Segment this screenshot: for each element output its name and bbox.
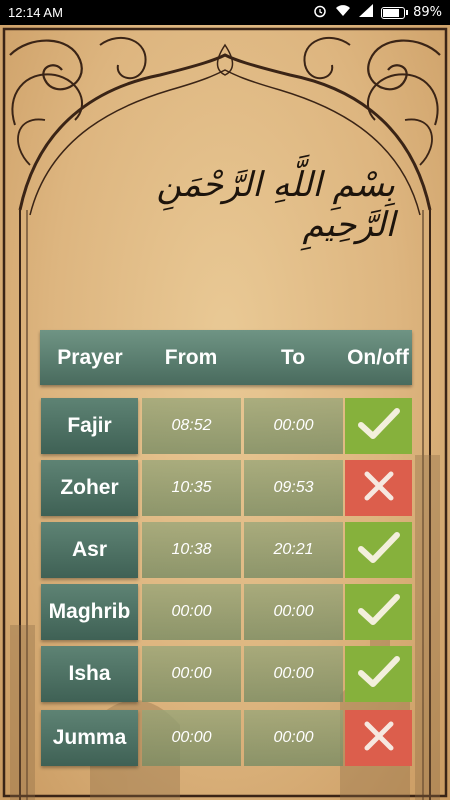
- prayer-name-button[interactable]: Isha: [41, 646, 138, 702]
- to-time: 00:00: [273, 729, 314, 746]
- table-row: Fajir 08:52 00:00: [40, 398, 412, 454]
- from-time-field[interactable]: 00:00: [142, 710, 241, 766]
- header-to: To: [280, 345, 306, 369]
- to-time-field[interactable]: 09:53: [244, 460, 343, 516]
- onoff-toggle[interactable]: [345, 584, 412, 640]
- wifi-icon: [335, 4, 351, 21]
- prayer-name-button[interactable]: Maghrib: [41, 584, 138, 640]
- table-row: Jumma 00:00 00:00: [40, 710, 412, 766]
- to-time: 20:21: [273, 541, 314, 558]
- cross-icon: [363, 470, 395, 506]
- table-row: Zoher 10:35 09:53: [40, 460, 412, 516]
- table-row: Asr 10:38 20:21: [40, 522, 412, 578]
- prayer-table: Prayer From To On/off Fajir 08:52 00:00 …: [40, 330, 412, 766]
- from-time-field[interactable]: 10:38: [142, 522, 241, 578]
- from-time: 00:00: [171, 603, 212, 620]
- battery-fill: [383, 8, 400, 17]
- from-time: 10:38: [171, 541, 212, 558]
- from-time-field[interactable]: 00:00: [142, 646, 241, 702]
- prayer-name: Zoher: [60, 476, 119, 499]
- prayer-name: Jumma: [52, 726, 127, 749]
- prayer-name-button[interactable]: Fajir: [41, 398, 138, 454]
- check-icon: [357, 531, 401, 569]
- to-time: 00:00: [273, 665, 314, 682]
- battery-icon: [381, 6, 409, 19]
- status-time: 12:14 AM: [8, 5, 63, 20]
- header-from: From: [164, 345, 218, 369]
- prayer-name: Asr: [71, 538, 108, 561]
- header-prayer: Prayer: [57, 345, 123, 369]
- table-row: Isha 00:00 00:00: [40, 646, 412, 702]
- header-onoff: On/off: [347, 345, 409, 369]
- to-time: 00:00: [273, 417, 314, 434]
- status-icons: 89%: [313, 4, 442, 22]
- basmala-calligraphy: بِسْمِ اللَّهِ الرَّحْمَنِ الرَّحِيمِ: [156, 165, 395, 245]
- onoff-toggle[interactable]: [345, 398, 412, 454]
- signal-icon: [359, 4, 374, 21]
- from-time: 00:00: [171, 665, 212, 682]
- prayer-name: Maghrib: [48, 600, 131, 623]
- from-time-field[interactable]: 08:52: [142, 398, 241, 454]
- table-row: Maghrib 00:00 00:00: [40, 584, 412, 640]
- from-time: 10:35: [171, 479, 212, 496]
- to-time-field[interactable]: 00:00: [244, 398, 343, 454]
- status-bar: 12:14 AM 89%: [0, 0, 450, 25]
- from-time: 08:52: [171, 417, 212, 434]
- prayer-name: Isha: [68, 662, 111, 685]
- prayer-name-button[interactable]: Jumma: [41, 710, 138, 766]
- prayer-name-button[interactable]: Asr: [41, 522, 138, 578]
- table-header: Prayer From To On/off: [40, 330, 412, 385]
- to-time-field[interactable]: 00:00: [244, 646, 343, 702]
- onoff-toggle[interactable]: [345, 646, 412, 702]
- to-time: 09:53: [273, 479, 314, 496]
- prayer-name-button[interactable]: Zoher: [41, 460, 138, 516]
- onoff-toggle[interactable]: [345, 460, 412, 516]
- alarm-icon: [313, 4, 327, 22]
- to-time-field[interactable]: 00:00: [244, 584, 343, 640]
- prayer-name: Fajir: [67, 414, 112, 437]
- onoff-toggle[interactable]: [345, 710, 412, 766]
- check-icon: [357, 407, 401, 445]
- from-time-field[interactable]: 10:35: [142, 460, 241, 516]
- to-time-field[interactable]: 20:21: [244, 522, 343, 578]
- cross-icon: [363, 720, 395, 756]
- to-time-field[interactable]: 00:00: [244, 710, 343, 766]
- from-time: 00:00: [171, 729, 212, 746]
- to-time: 00:00: [273, 603, 314, 620]
- battery-percent: 89%: [413, 5, 442, 20]
- onoff-toggle[interactable]: [345, 522, 412, 578]
- check-icon: [357, 593, 401, 631]
- from-time-field[interactable]: 00:00: [142, 584, 241, 640]
- check-icon: [357, 655, 401, 693]
